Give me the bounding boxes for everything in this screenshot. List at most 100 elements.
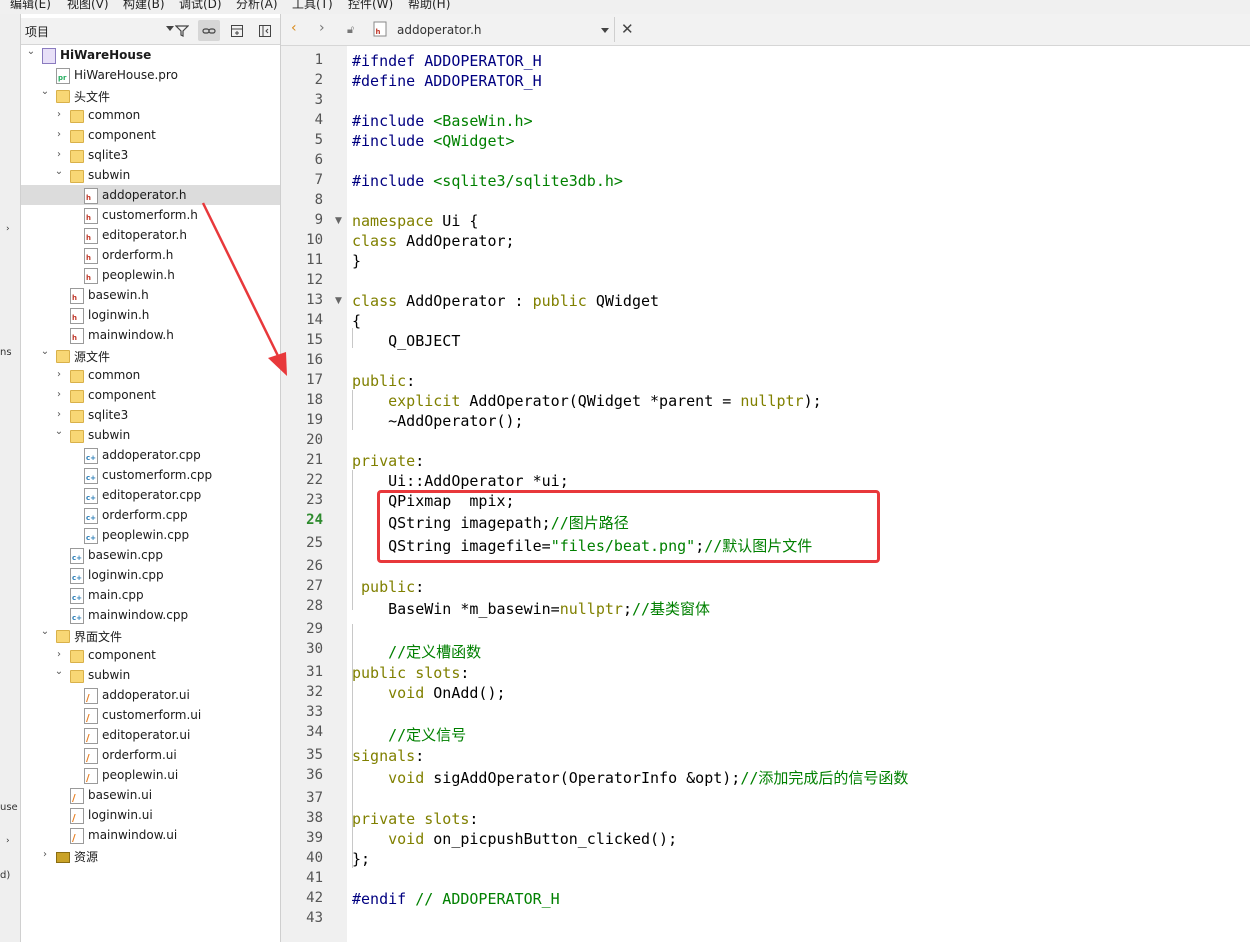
chevron-right-icon[interactable]: ›: [39, 845, 51, 865]
chevron-right-icon[interactable]: ›: [53, 405, 65, 425]
tree-item[interactable]: / mainwindow.ui: [21, 825, 280, 845]
forward-arrow-icon[interactable]: ›: [319, 20, 325, 36]
tree-item[interactable]: h basewin.h: [21, 285, 280, 305]
tree-item[interactable]: c+ mainwindow.cpp: [21, 605, 280, 625]
mode-chevron-icon[interactable]: ›: [6, 836, 10, 846]
tree-item[interactable]: › component: [21, 385, 280, 405]
chevron-right-icon[interactable]: ›: [53, 365, 65, 385]
tree-item[interactable]: h editoperator.h: [21, 225, 280, 245]
menu-help[interactable]: 帮助(H): [408, 0, 450, 12]
code-line: };: [352, 850, 370, 868]
tree-item[interactable]: › sqlite3: [21, 405, 280, 425]
chevron-down-icon[interactable]: ⌄: [39, 625, 51, 645]
tree-item[interactable]: ⌄ subwin: [21, 165, 280, 185]
tree-item[interactable]: c+ peoplewin.cpp: [21, 525, 280, 545]
chevron-down-icon[interactable]: ⌄: [39, 345, 51, 365]
chevron-down-icon[interactable]: ⌄: [39, 85, 51, 105]
project-view-selector[interactable]: 项目: [25, 23, 49, 40]
annotation-highlight-box: [377, 490, 880, 563]
code-token: ;: [622, 600, 632, 618]
tree-item[interactable]: › common: [21, 105, 280, 125]
fold-marker-icon[interactable]: ▼: [335, 216, 342, 226]
code-token: OnAdd();: [424, 684, 506, 702]
menu-build[interactable]: 构建(B): [123, 0, 165, 12]
tree-item[interactable]: / basewin.ui: [21, 785, 280, 805]
tree-item[interactable]: ⌄ 源文件: [21, 345, 280, 365]
tree-item[interactable]: / peoplewin.ui: [21, 765, 280, 785]
tree-item-label: basewin.h: [88, 288, 149, 302]
tree-item[interactable]: › component: [21, 645, 280, 665]
tree-item[interactable]: c+ basewin.cpp: [21, 545, 280, 565]
tree-item[interactable]: ⌄ 头文件: [21, 85, 280, 105]
link-icon[interactable]: [198, 20, 220, 41]
line-number: 11: [306, 252, 323, 268]
tree-item[interactable]: › sqlite3: [21, 145, 280, 165]
mode-chevron-icon[interactable]: ›: [6, 224, 10, 234]
tree-item[interactable]: h peoplewin.h: [21, 265, 280, 285]
menu-view[interactable]: 视图(V): [67, 0, 109, 12]
chevron-right-icon[interactable]: ›: [53, 385, 65, 405]
folder-icon: [70, 170, 84, 183]
chevron-right-icon[interactable]: ›: [53, 105, 65, 125]
tree-item[interactable]: c+ addoperator.cpp: [21, 445, 280, 465]
chevron-down-icon[interactable]: ⌄: [53, 165, 65, 185]
code-token: #include: [352, 172, 434, 190]
tree-item[interactable]: / loginwin.ui: [21, 805, 280, 825]
tree-item[interactable]: / orderform.ui: [21, 745, 280, 765]
code-token: Ui::AddOperator *ui;: [352, 472, 569, 490]
tree-item[interactable]: / customerform.ui: [21, 705, 280, 725]
code-token: #include: [352, 112, 434, 130]
chevron-down-icon[interactable]: ⌄: [53, 665, 65, 685]
line-number: 27: [306, 578, 323, 594]
code-line: #include <sqlite3/sqlite3db.h>: [352, 172, 623, 190]
tree-item-label: loginwin.h: [88, 308, 150, 322]
back-arrow-icon[interactable]: ‹: [291, 20, 297, 36]
line-number: 19: [306, 412, 323, 428]
tree-item[interactable]: h orderform.h: [21, 245, 280, 265]
chevron-down-icon[interactable]: ⌄: [25, 45, 37, 65]
tree-item[interactable]: ⌄ HiWareHouse: [21, 45, 280, 65]
menu-tools[interactable]: 工具(T): [292, 0, 333, 12]
chevron-right-icon[interactable]: ›: [53, 125, 65, 145]
close-sidebar-icon[interactable]: [254, 20, 276, 41]
fold-marker-icon[interactable]: ▼: [335, 296, 342, 306]
tree-item[interactable]: ⌄ 界面文件: [21, 625, 280, 645]
menu-analyze[interactable]: 分析(A): [236, 0, 278, 12]
open-document-selector[interactable]: addoperator.h: [397, 23, 482, 37]
code-token: :: [460, 664, 470, 682]
tree-item[interactable]: › common: [21, 365, 280, 385]
lock-icon[interactable]: 🔓︎: [347, 23, 354, 37]
tree-item[interactable]: / addoperator.ui: [21, 685, 280, 705]
tree-item[interactable]: pr HiWareHouse.pro: [21, 65, 280, 85]
menu-edit[interactable]: 编辑(E): [10, 0, 51, 12]
menu-controls[interactable]: 控件(W): [348, 0, 393, 12]
tree-item[interactable]: c+ loginwin.cpp: [21, 565, 280, 585]
code-token: #endif: [352, 890, 407, 908]
code-token: //定义槽函数: [388, 643, 482, 661]
tree-item[interactable]: › 资源: [21, 845, 280, 865]
tree-item[interactable]: c+ editoperator.cpp: [21, 485, 280, 505]
filter-icon[interactable]: [171, 20, 193, 41]
tree-item[interactable]: c+ main.cpp: [21, 585, 280, 605]
chevron-down-icon[interactable]: ⌄: [53, 425, 65, 445]
tree-item[interactable]: h customerform.h: [21, 205, 280, 225]
tree-item[interactable]: / editoperator.ui: [21, 725, 280, 745]
close-icon[interactable]: ✕: [621, 20, 634, 38]
line-number: 16: [306, 352, 323, 368]
tree-item[interactable]: h mainwindow.h: [21, 325, 280, 345]
tree-item-label: orderform.cpp: [102, 508, 188, 522]
chevron-right-icon[interactable]: ›: [53, 145, 65, 165]
add-split-icon[interactable]: [226, 20, 248, 41]
tree-item[interactable]: h loginwin.h: [21, 305, 280, 325]
tree-item[interactable]: c+ customerform.cpp: [21, 465, 280, 485]
tree-item[interactable]: ⌄ subwin: [21, 665, 280, 685]
tree-item-label: peoplewin.cpp: [102, 528, 190, 542]
tree-item[interactable]: ⌄ subwin: [21, 425, 280, 445]
tree-item[interactable]: h addoperator.h: [21, 185, 280, 205]
menu-debug[interactable]: 调试(D): [179, 0, 222, 12]
code-token: class: [352, 292, 398, 310]
tree-item[interactable]: › component: [21, 125, 280, 145]
chevron-right-icon[interactable]: ›: [53, 645, 65, 665]
chevron-down-icon[interactable]: [601, 28, 609, 33]
tree-item[interactable]: c+ orderform.cpp: [21, 505, 280, 525]
